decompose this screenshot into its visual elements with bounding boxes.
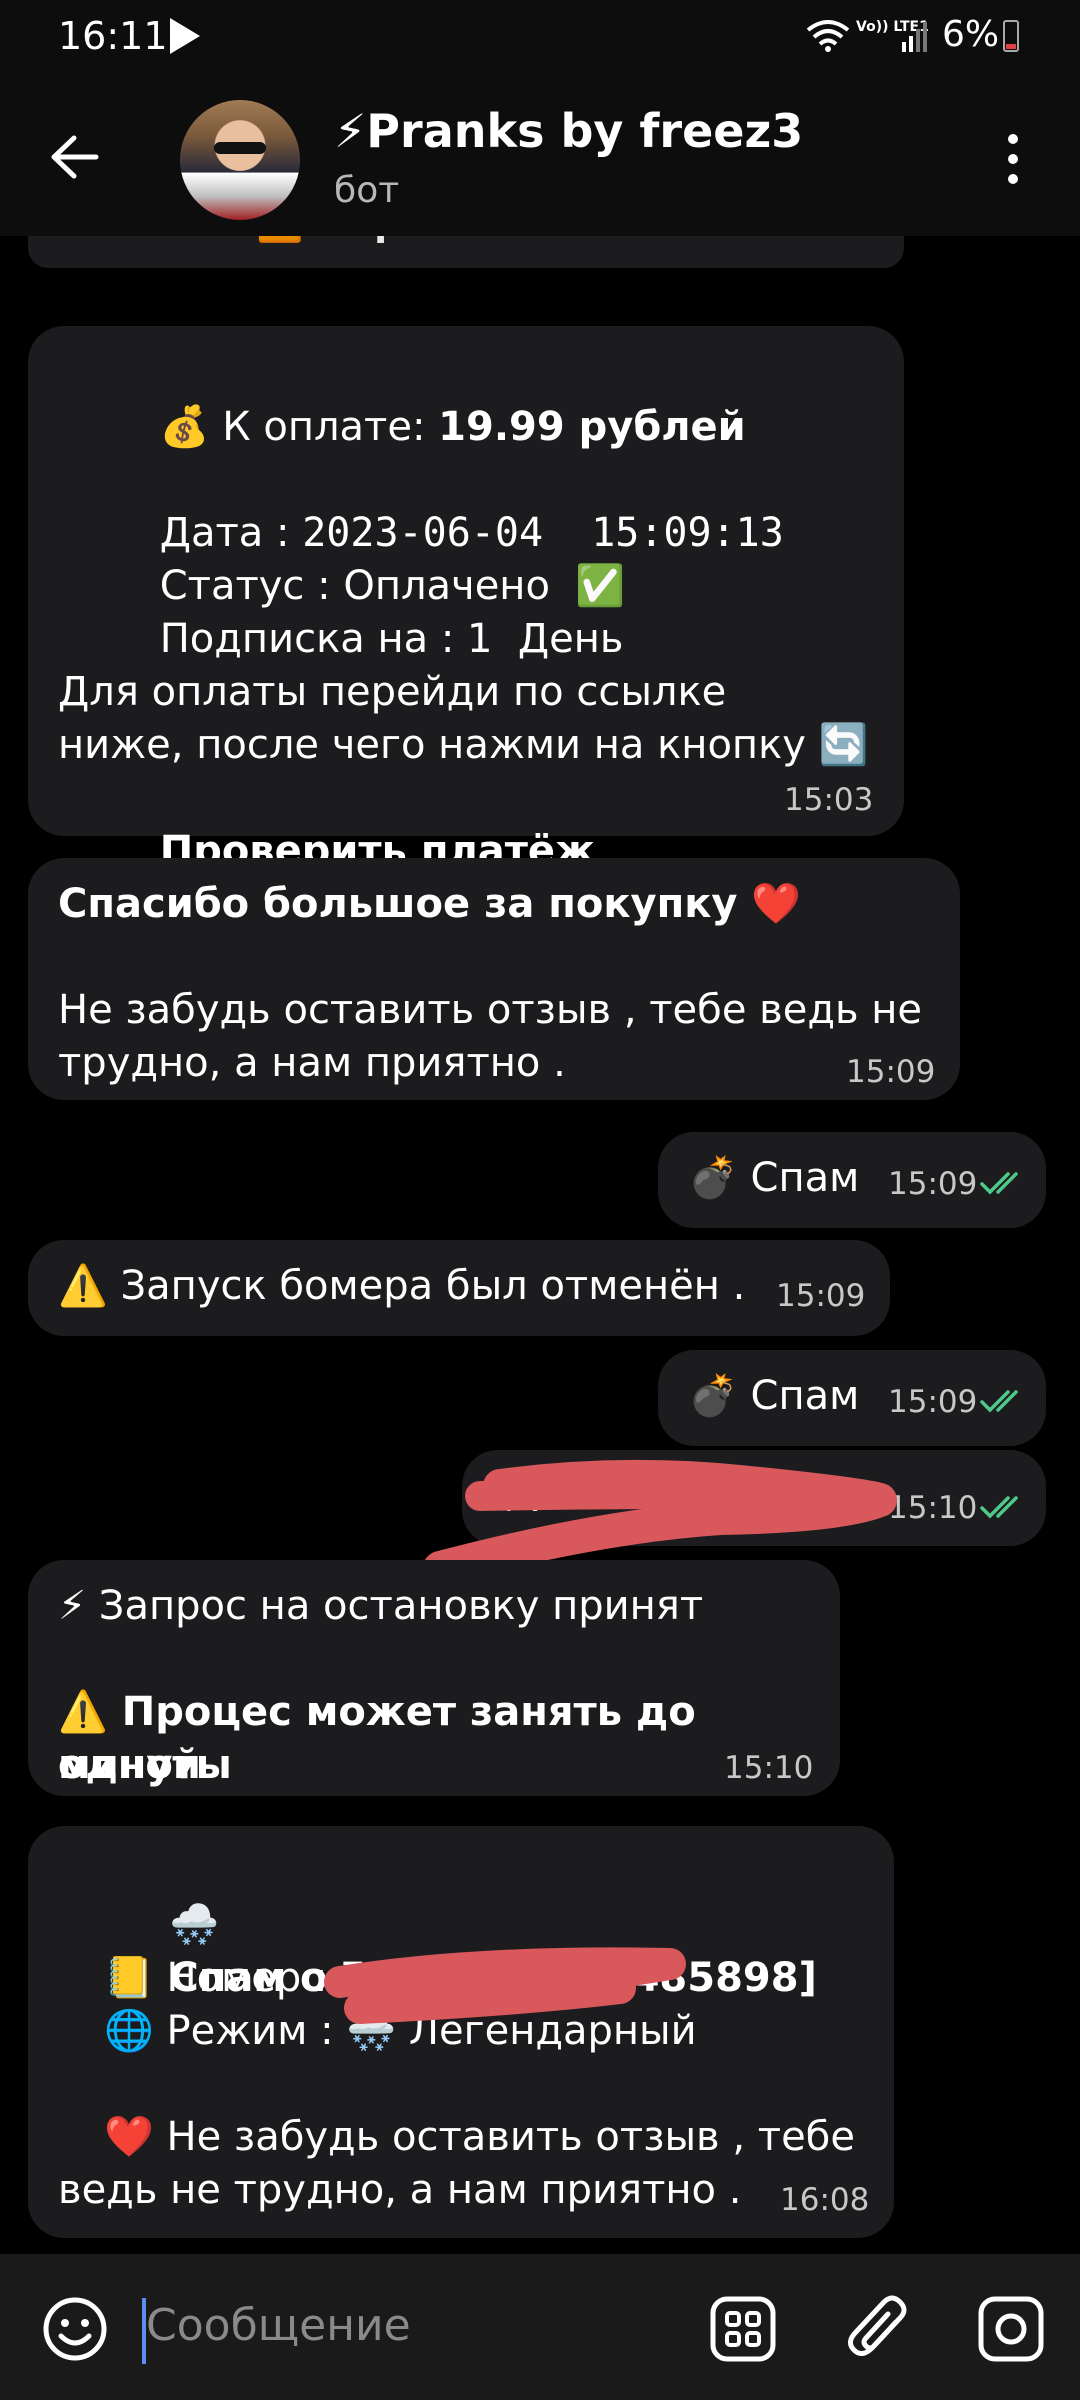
- message-time: 15:10: [724, 1750, 814, 1786]
- message-outgoing-spam[interactable]: 💣 Спам 15:09: [658, 1132, 1046, 1228]
- message-stop-request[interactable]: ⚡ Запрос на остановку принят ⚠️ Процес м…: [28, 1560, 840, 1796]
- chat-screen: 16:11 Vo)) LTE1 6% ⚡Pranks by freez3 бот: [0, 0, 1080, 2400]
- camera-icon[interactable]: [978, 2296, 1044, 2362]
- message-time: 15:09: [888, 1384, 978, 1420]
- message-cancelled[interactable]: ⚠️ Запуск бомера был отменён . 15:09: [28, 1240, 890, 1336]
- stopped-footer-2: ведь не трудно, а нам приятно .: [58, 2167, 742, 2213]
- stopped-footer-1: ❤️ Не забудь оставить отзыв , тебе: [104, 2114, 855, 2160]
- message-time: 15:03: [784, 782, 874, 818]
- chat-title[interactable]: ⚡Pranks by freez3: [334, 104, 803, 158]
- snow-cloud-icon: 🌨️: [169, 1902, 220, 1948]
- message-spam-stopped[interactable]: 🌨️ Спам остановлен [#485898] 📒 Номер : 7…: [28, 1826, 894, 2238]
- more-menu-icon[interactable]: [1000, 134, 1026, 188]
- invoice-instruction-2: ниже, после чего нажми на кнопку 🔄: [58, 722, 869, 768]
- emoji-icon[interactable]: [42, 2296, 108, 2362]
- invoice-instruction-1: Для оплаты перейди по ссылке: [58, 669, 727, 715]
- signal-icon: [902, 22, 927, 52]
- message-outgoing-spam[interactable]: 💣 Спам 15:09: [658, 1350, 1046, 1446]
- message-input[interactable]: Сообщение: [146, 2300, 411, 2351]
- status-bar: 16:11 Vo)) LTE1 6%: [0, 0, 1080, 78]
- invoice-amount: 19.99 рублей: [438, 404, 746, 450]
- message-invoice[interactable]: 💰 К оплате: 19.99 рублей Дата : 2023-06-…: [28, 326, 904, 874]
- outgoing-text: 💣 Спам: [688, 1155, 860, 1201]
- message-time: 16:08: [780, 2182, 870, 2218]
- invoice-sub-label: Подписка на :: [159, 616, 468, 662]
- chat-subtitle: бот: [334, 170, 400, 211]
- bot-avatar[interactable]: [180, 100, 300, 220]
- battery-percent: 6%: [942, 14, 1000, 55]
- invoice-sub: 1 День: [467, 616, 624, 662]
- cancelled-text: ⚠️ Запуск бомера был отменён .: [58, 1263, 746, 1309]
- message-time: 15:09: [846, 1054, 936, 1090]
- bot-menu-icon[interactable]: [710, 2296, 776, 2362]
- redaction-scribble: [423, 1459, 897, 1576]
- stop-request-line-1: ⚡ Запрос на остановку принят: [58, 1583, 704, 1629]
- status-time: 16:11: [58, 14, 168, 58]
- media-playing-icon: [170, 18, 200, 54]
- thanks-line-2: трудно, а нам приятно .: [58, 1040, 566, 1086]
- message-time: 15:09: [888, 1166, 978, 1202]
- thanks-line-1: Не забудь оставить отзыв , тебе ведь не: [58, 987, 923, 1033]
- read-check-icon: [980, 1496, 1018, 1519]
- wifi-icon: [806, 20, 850, 52]
- read-check-icon: [980, 1172, 1018, 1195]
- pay-link-button[interactable]: ▶️ Перейти к оплате: [28, 236, 904, 268]
- thanks-title: Спасибо большое за покупку ❤️: [58, 881, 802, 927]
- message-time: 15:10: [888, 1490, 978, 1526]
- attach-icon[interactable]: [846, 2292, 912, 2364]
- message-time: 15:09: [776, 1278, 866, 1314]
- chat-header: ⚡Pranks by freez3 бот: [0, 78, 1080, 236]
- outgoing-text: 💣 Спам: [688, 1373, 860, 1419]
- message-thanks[interactable]: Спасибо большое за покупку ❤️ Не забудь …: [28, 858, 960, 1100]
- back-arrow-icon[interactable]: [50, 134, 100, 180]
- battery-icon: [1003, 20, 1019, 52]
- invoice-amount-label: 💰 К оплате:: [159, 404, 439, 450]
- stop-request-line-3: минуты: [58, 1742, 232, 1788]
- message-list[interactable]: ▶️ Перейти к оплате 💰 К оплате: 19.99 ру…: [0, 236, 1080, 2254]
- read-check-icon: [980, 1390, 1018, 1413]
- redaction-scribble: [324, 1947, 686, 2024]
- message-input-bar: Сообщение: [0, 2254, 1080, 2400]
